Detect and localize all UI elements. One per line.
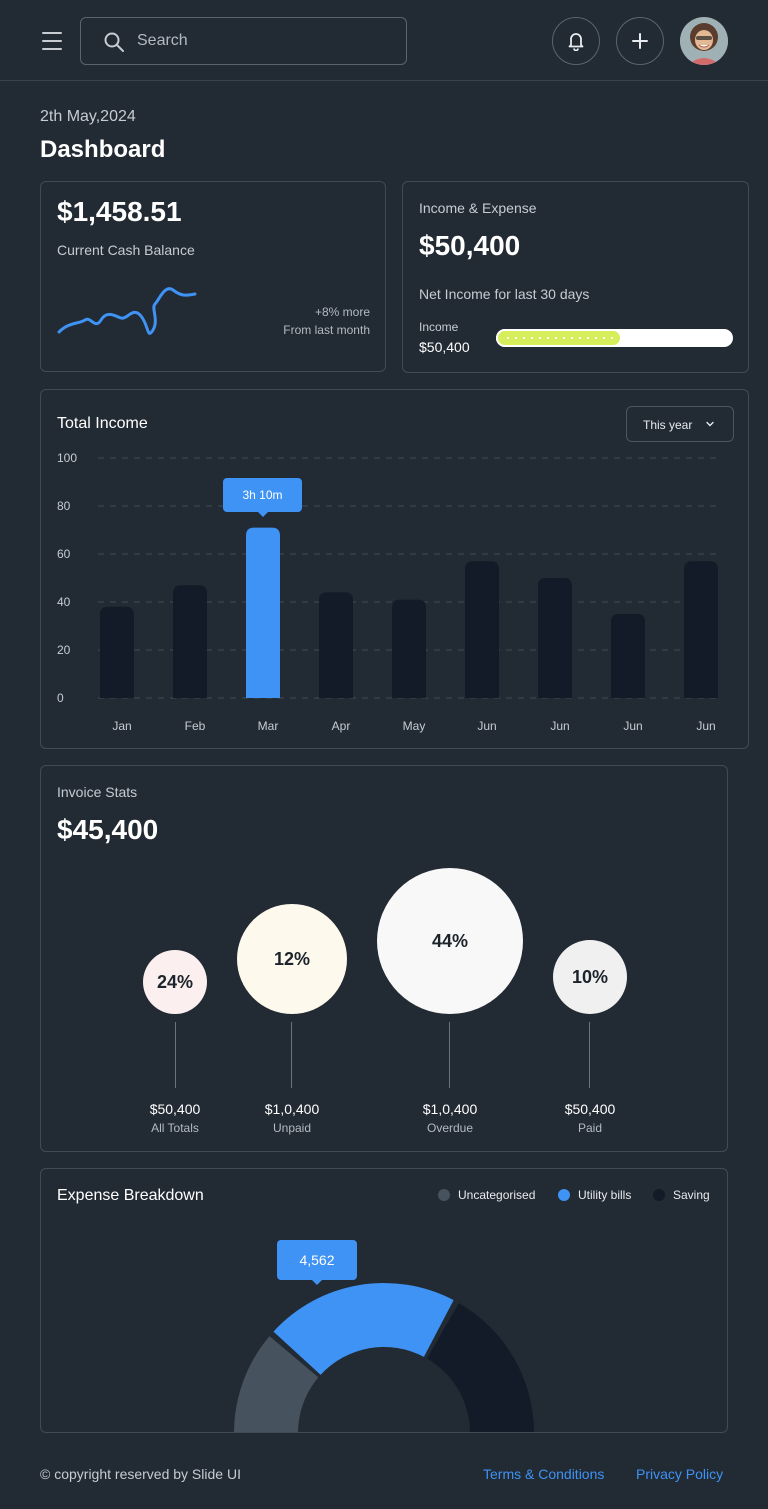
- menu-icon[interactable]: [40, 29, 64, 53]
- x-tick-label: Mar: [258, 719, 279, 733]
- bar: [465, 561, 499, 698]
- y-tick-label: 40: [57, 595, 71, 609]
- x-tick-label: Jun: [696, 719, 715, 733]
- add-button[interactable]: [616, 17, 664, 65]
- invoice-stats-amount: $45,400: [57, 814, 159, 845]
- terms-link[interactable]: Terms & Conditions: [483, 1466, 604, 1482]
- invoice-stats-label: Invoice Stats: [57, 784, 138, 800]
- bar: [538, 578, 572, 698]
- invoice-label: Overdue: [426, 1121, 474, 1135]
- bar: [173, 585, 207, 698]
- legend-item-utility-bills: Utility bills: [558, 1188, 631, 1202]
- invoice-bubble-overdue: 44%: [377, 868, 523, 1014]
- income-bar-label: Income: [419, 320, 459, 334]
- legend-label: Uncategorised: [458, 1188, 536, 1202]
- bar: [392, 599, 426, 698]
- x-tick-label: Feb: [185, 719, 206, 733]
- period-select-value: This year: [643, 418, 693, 432]
- cash-change-value: +8% more: [314, 305, 370, 319]
- expense-donut-chart: [234, 1283, 534, 1432]
- x-tick-label: Jan: [112, 719, 131, 733]
- footer-copyright: © copyright reserved by Slide UI: [40, 1466, 241, 1482]
- invoice-label: Paid: [577, 1121, 603, 1135]
- invoice-label: All Totals: [151, 1121, 199, 1135]
- bar-tooltip: 3h 10m: [223, 478, 302, 517]
- period-select[interactable]: This year: [626, 406, 734, 442]
- invoice-value: $1,0,400: [422, 1101, 478, 1117]
- avatar-image: [680, 17, 728, 65]
- invoice-value: $1,0,400: [264, 1101, 320, 1117]
- privacy-link[interactable]: Privacy Policy: [636, 1466, 723, 1482]
- invoice-stem: [449, 1022, 450, 1088]
- plus-icon: [632, 33, 648, 49]
- y-tick-label: 0: [57, 691, 64, 705]
- invoice-bubble-unpaid: 12%: [237, 904, 347, 1014]
- donut-tooltip: 4,562: [277, 1240, 357, 1285]
- top-bar: [0, 0, 768, 81]
- avatar[interactable]: [680, 17, 728, 65]
- total-income-card: 0 20 40 60 80 100 Jan Feb Mar Apr May Jun Jun Jun Jun …: [40, 389, 749, 749]
- page-title: Dashboard: [40, 136, 166, 163]
- income-expense-amount: $50,400: [419, 230, 521, 261]
- notification-button[interactable]: [552, 17, 600, 65]
- x-tick-label: Jun: [623, 719, 642, 733]
- invoice-value: $50,400: [564, 1101, 616, 1117]
- y-tick-label: 20: [57, 643, 71, 657]
- legend-item-uncategorised: Uncategorised: [438, 1188, 535, 1202]
- bar: [319, 592, 353, 698]
- legend-dot: [438, 1189, 450, 1201]
- income-progress-track: [496, 329, 733, 347]
- legend-label: Saving: [673, 1188, 710, 1202]
- legend-item-saving: Saving: [653, 1188, 710, 1202]
- legend-dot: [558, 1189, 570, 1201]
- legend-dot: [653, 1189, 665, 1201]
- invoice-stem: [589, 1022, 590, 1088]
- invoice-stem: [175, 1022, 176, 1088]
- search-icon: [104, 32, 124, 52]
- income-progress-fill: [496, 329, 622, 347]
- total-income-title: Total Income: [57, 415, 148, 432]
- bell-icon: [568, 33, 584, 51]
- legend-label: Utility bills: [578, 1188, 632, 1202]
- net-income-subtitle: Net Income for last 30 days: [419, 286, 590, 302]
- cash-balance-card: $1,458.51 Current Cash Balance +8% more …: [40, 181, 386, 372]
- search-box[interactable]: [80, 17, 407, 65]
- total-income-chart: 0 20 40 60 80 100 Jan Feb Mar Apr May Jun Jun Jun Jun: [57, 451, 718, 733]
- y-tick-label: 100: [57, 451, 77, 465]
- chevron-down-icon: [706, 421, 714, 427]
- bar: [246, 527, 280, 698]
- donut-segment: [273, 1283, 454, 1375]
- bar: [684, 561, 718, 698]
- x-tick-label: May: [403, 719, 426, 733]
- income-expense-label: Income & Expense: [419, 200, 537, 216]
- invoice-stats-card: Invoice Stats $45,400 24% $50,400 All To…: [40, 765, 728, 1152]
- donut-segment: [426, 1303, 534, 1432]
- y-tick-label: 60: [57, 547, 71, 561]
- invoice-value: $50,400: [149, 1101, 201, 1117]
- income-bar-value: $50,400: [419, 339, 470, 355]
- expense-breakdown-card: Expense Breakdown Uncategorised Utility …: [40, 1168, 728, 1433]
- invoice-label: Unpaid: [272, 1121, 312, 1135]
- income-expense-card: Income & Expense $50,400 Net Income for …: [402, 181, 749, 373]
- x-tick-label: Jun: [477, 719, 496, 733]
- x-tick-label: Apr: [332, 719, 351, 733]
- invoice-bubble-paid: 10%: [553, 940, 627, 1014]
- invoice-stem: [291, 1022, 292, 1088]
- search-input[interactable]: [137, 18, 397, 64]
- cash-balance-label: Current Cash Balance: [57, 242, 195, 258]
- cash-change: +8% more From last month: [283, 303, 370, 339]
- bar: [611, 614, 645, 698]
- y-tick-label: 80: [57, 499, 71, 513]
- cash-balance-amount: $1,458.51: [57, 196, 182, 227]
- cash-change-sub: From last month: [283, 323, 370, 337]
- expense-breakdown-title: Expense Breakdown: [57, 1187, 204, 1204]
- x-tick-label: Jun: [550, 719, 569, 733]
- page-date: 2th May,2024: [40, 108, 136, 125]
- invoice-bubble-all-totals: 24%: [143, 950, 207, 1014]
- cash-sparkline: [57, 287, 197, 335]
- bar: [100, 606, 134, 698]
